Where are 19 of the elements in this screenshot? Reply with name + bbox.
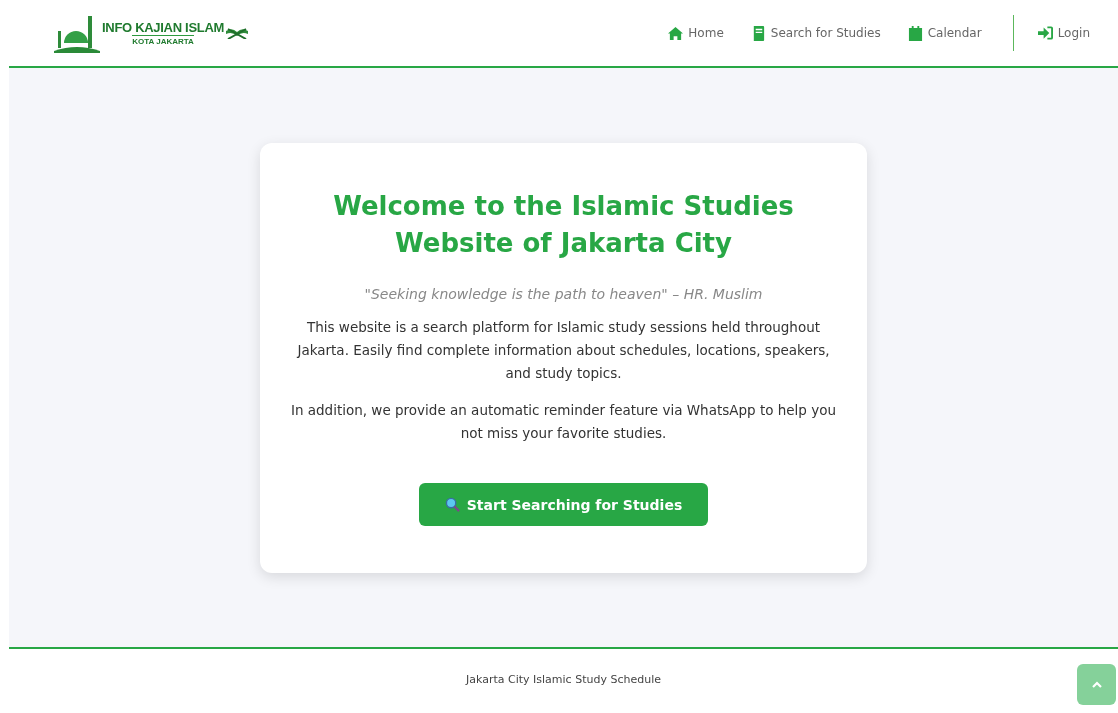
hero-paragraph: In addition, we provide an automatic reminder feature via WhatsApp to help you not miss your favorite studies.: [289, 401, 838, 443]
home-icon: [668, 25, 684, 41]
nav-link[interactable]: Search for Studies: [750, 25, 881, 41]
back-to-top-button[interactable]: [1077, 664, 1116, 705]
login-icon: [1037, 26, 1053, 40]
login-link[interactable]: Login: [1037, 26, 1090, 40]
nav-link[interactable]: Home: [668, 25, 724, 41]
chevron-up-icon: [1091, 681, 1102, 688]
logo-subtitle: KOTA JAKARTA: [132, 35, 194, 46]
logo-title: INFO KAJIAN ISLAM: [102, 20, 224, 35]
start-search-button[interactable]: Start Searching for Studies: [418, 483, 709, 526]
calendar-icon: [907, 25, 923, 41]
nav-link[interactable]: Calendar: [907, 25, 982, 41]
hero-quote: "Seeking knowledge is the path to heaven" – HR. Muslim: [364, 286, 763, 302]
search-icon: [444, 497, 460, 512]
hero-paragraph: This website is a search platform for Islamic study sessions held throughout Jakarta. Easily find complete information about schedules, locations, speakers, and study topics.: [295, 318, 831, 383]
mosque-icon: [54, 13, 100, 53]
hero-title: Welcome to the Islamic Studies Website of Jakarta City: [332, 190, 795, 260]
footer-text: Jakarta City Islamic Study Schedule: [466, 673, 661, 686]
